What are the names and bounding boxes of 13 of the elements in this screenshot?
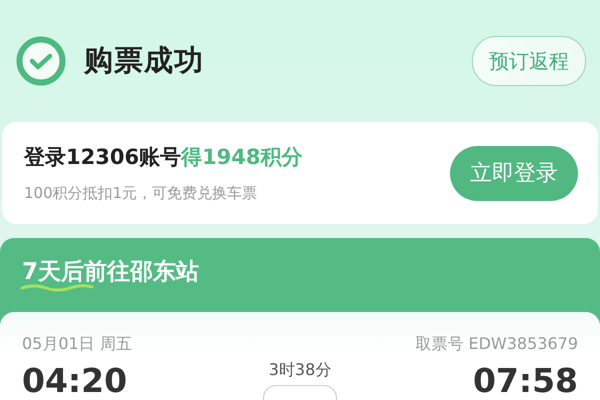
page-title: 购票成功 bbox=[84, 42, 204, 80]
underline-squiggle-icon bbox=[20, 282, 94, 292]
login-reward-text: 登录12306账号得1948积分 bbox=[24, 144, 303, 171]
book-return-button[interactable]: 预订返程 bbox=[472, 36, 586, 86]
success-check-icon bbox=[16, 36, 66, 86]
ticket-number: 取票号 EDW3853679 bbox=[415, 333, 578, 355]
trip-duration: 3时38分 bbox=[268, 359, 332, 381]
departure-time: 04:20 bbox=[22, 364, 128, 397]
login-button[interactable]: 立即登录 bbox=[450, 146, 578, 200]
arrival-time: 07:58 bbox=[472, 364, 578, 397]
trip-banner-title: 7天后前往邵东站 bbox=[22, 259, 200, 285]
travel-date: 05月01日 周五 bbox=[22, 333, 132, 355]
points-note: 100积分抵扣1元，可免费兑换车票 bbox=[24, 182, 258, 204]
